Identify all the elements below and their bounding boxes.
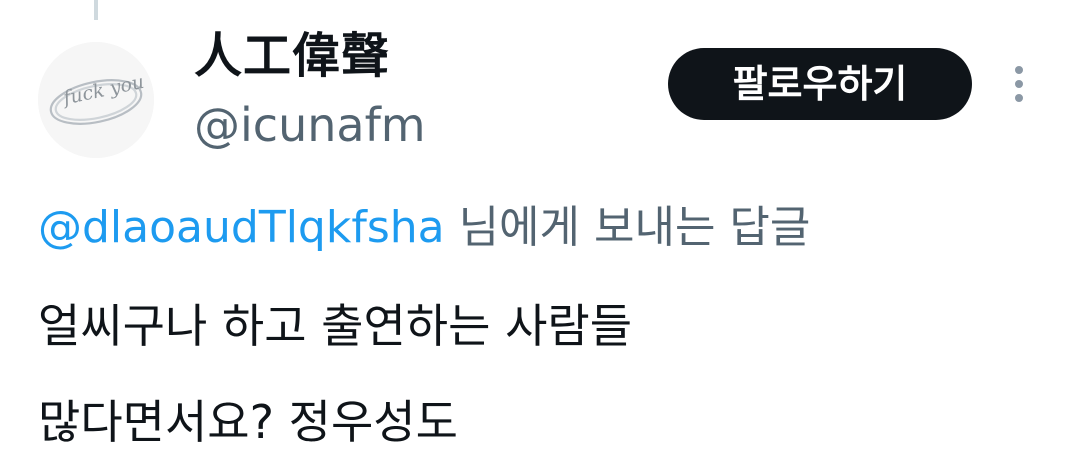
more-dot [1015,94,1023,102]
user-handle[interactable]: @icunafm [194,96,426,154]
tweet-text-line: 많다면서요? 정우성도 [38,395,458,449]
tweet-text-line: 얼씨구나 하고 출연하는 사람들 [38,299,633,353]
replying-to-suffix: 님에게 보내는 답글 [444,202,811,253]
display-name[interactable]: 人工偉聲 [194,26,390,86]
more-dot [1015,66,1023,74]
replying-to-line: @dlaoaudTlqkfsha 님에게 보내는 답글 [38,198,810,258]
mention-link[interactable]: @dlaoaudTlqkfsha [38,202,445,253]
ring-avatar-image: fuck you [38,42,154,158]
more-dot [1015,80,1023,88]
avatar[interactable]: fuck you [38,42,154,158]
follow-button[interactable]: 팔로우하기 [668,48,972,120]
thread-connector-line [94,0,98,20]
more-vertical-icon[interactable] [1004,62,1034,106]
